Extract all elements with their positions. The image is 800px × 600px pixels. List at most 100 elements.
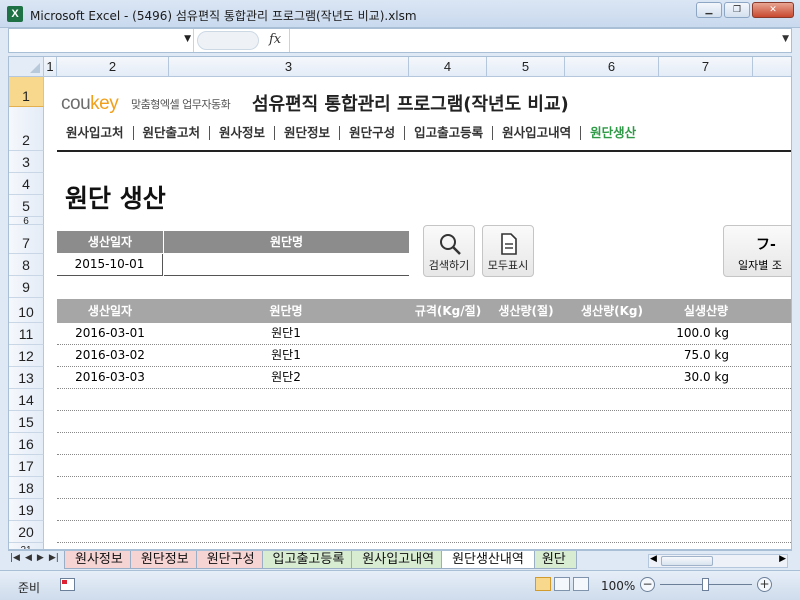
column-header[interactable]: 2 <box>57 57 169 77</box>
row-header[interactable]: 19 <box>9 499 44 521</box>
cell-name[interactable]: 원단2 <box>163 367 409 388</box>
row-header[interactable]: 11 <box>9 323 44 345</box>
row-header[interactable]: 9 <box>9 276 44 298</box>
column-header[interactable]: 3 <box>169 57 409 77</box>
menu-item[interactable]: 원단출고처 <box>134 126 211 140</box>
menu-item[interactable]: 원사입고처 <box>57 126 134 140</box>
by-date-button[interactable]: フ- 일자별 조 <box>723 225 791 277</box>
show-all-button[interactable]: 모두표시 <box>482 225 534 277</box>
restore-icon[interactable]: ❐ <box>724 2 750 18</box>
prev-sheet-icon[interactable]: ◀ <box>25 553 32 563</box>
cell-actual-qty[interactable]: 100.0 kg <box>659 323 729 344</box>
table-row[interactable]: 2016-03-03 원단2 30.0 kg <box>57 367 791 389</box>
minimize-icon[interactable]: ▁ <box>696 2 722 18</box>
sheet-tab[interactable]: 원단구성 <box>195 551 266 569</box>
select-all-button[interactable] <box>9 57 44 77</box>
row-header[interactable]: 10 <box>9 298 44 323</box>
row-header[interactable]: 13 <box>9 367 44 389</box>
row-header[interactable]: 15 <box>9 411 44 433</box>
row-header[interactable]: 2 <box>9 107 44 151</box>
table-row-empty[interactable] <box>57 521 791 543</box>
filter-date-input[interactable]: 2015-10-01 <box>57 254 163 276</box>
menu-item[interactable]: 원사정보 <box>210 126 276 140</box>
cell-actual-qty[interactable]: 30.0 kg <box>659 367 729 388</box>
row-header[interactable]: 6 <box>9 216 44 227</box>
row-header[interactable]: 16 <box>9 433 44 455</box>
normal-view-icon[interactable] <box>535 577 551 591</box>
sheet-tab[interactable]: 원단정보 <box>129 551 200 569</box>
column-header[interactable]: 6 <box>565 57 659 77</box>
row-header[interactable]: 8 <box>9 254 44 276</box>
next-sheet-icon[interactable]: ▶ <box>37 553 44 563</box>
table-row-empty[interactable] <box>57 455 791 477</box>
last-sheet-icon[interactable]: ▶| <box>49 553 59 563</box>
menu-item[interactable]: 원단구성 <box>340 126 406 140</box>
name-box[interactable]: ▼ <box>9 29 194 52</box>
row-header[interactable]: 12 <box>9 345 44 367</box>
cell-date[interactable]: 2016-03-02 <box>57 345 163 366</box>
zoom-in-icon[interactable]: + <box>757 577 772 592</box>
scrollbar-thumb[interactable] <box>661 556 713 566</box>
page-layout-view-icon[interactable] <box>554 577 570 591</box>
search-button[interactable]: 검색하기 <box>423 225 475 277</box>
insert-function-icon[interactable]: fx <box>269 32 281 47</box>
table-row[interactable]: 2016-03-02 원단1 75.0 kg <box>57 345 791 367</box>
column-header[interactable]: 1 <box>44 57 57 77</box>
table-row-empty[interactable] <box>57 389 791 411</box>
expand-formula-icon[interactable]: ▼ <box>782 34 789 44</box>
menu-item[interactable]: 원단정보 <box>275 126 341 140</box>
scroll-left-icon[interactable]: ◀ <box>650 554 657 564</box>
column-header[interactable]: 4 <box>409 57 487 77</box>
row-header[interactable]: 18 <box>9 477 44 499</box>
row-header[interactable]: 20 <box>9 521 44 543</box>
column-header[interactable] <box>753 57 791 77</box>
cell-actual-qty[interactable]: 75.0 kg <box>659 345 729 366</box>
table-row-empty[interactable] <box>57 433 791 455</box>
row-header[interactable]: 3 <box>9 151 44 173</box>
formula-input[interactable] <box>289 29 773 52</box>
filter-name-input[interactable] <box>164 254 409 276</box>
sheet-tab[interactable]: 원사정보 <box>64 551 134 569</box>
horizontal-scrollbar[interactable]: ◀ ▶ <box>648 554 788 568</box>
sheet-tab-active[interactable]: 원단생산내역 <box>441 551 535 569</box>
zoom-slider-thumb[interactable] <box>702 578 709 591</box>
row-header[interactable]: 4 <box>9 173 44 195</box>
status-bar: 준비 100% − + <box>0 570 800 600</box>
macro-record-icon[interactable] <box>60 578 75 591</box>
chevron-down-icon[interactable]: ▼ <box>184 34 191 44</box>
sheet-tabs-bar: |◀ ◀ ▶ ▶| 원사정보 원단정보 원단구성 입고출고등록 원사입고내역 원… <box>8 550 792 570</box>
row-header[interactable]: 17 <box>9 455 44 477</box>
column-header[interactable]: 7 <box>659 57 753 77</box>
row-header[interactable]: 1 <box>9 77 44 107</box>
cell-date[interactable]: 2016-03-01 <box>57 323 163 344</box>
row-header[interactable]: 7 <box>9 225 44 254</box>
zoom-level[interactable]: 100% <box>601 579 635 593</box>
cell-date[interactable]: 2016-03-03 <box>57 367 163 388</box>
scroll-right-icon[interactable]: ▶ <box>779 554 786 564</box>
row-header[interactable]: 14 <box>9 389 44 411</box>
column-header[interactable]: 5 <box>487 57 565 77</box>
close-icon[interactable]: ✕ <box>752 2 794 18</box>
row-header[interactable]: 5 <box>9 195 44 217</box>
window-controls: ▁ ❐ ✕ <box>696 2 794 18</box>
page-break-view-icon[interactable] <box>573 577 589 591</box>
formula-zoom-control[interactable] <box>197 31 259 50</box>
menu-item-current[interactable]: 원단생산 <box>581 126 645 140</box>
table-row[interactable]: 2016-03-01 원단1 100.0 kg <box>57 323 791 345</box>
sheet-tab[interactable]: 입고출고등록 <box>261 551 356 569</box>
zoom-out-icon[interactable]: − <box>640 577 655 592</box>
worksheet: 1 2 3 4 5 6 7 1 2 3 4 5 6 7 8 9 10 11 12… <box>8 56 792 550</box>
table-row-empty[interactable] <box>57 499 791 521</box>
first-sheet-icon[interactable]: |◀ <box>10 553 20 563</box>
excel-app-icon[interactable]: X <box>7 6 23 22</box>
sheet-tab[interactable]: 원단 <box>530 551 577 569</box>
cell-name[interactable]: 원단1 <box>163 345 409 366</box>
table-row-empty[interactable] <box>57 477 791 499</box>
menu-item[interactable]: 원사입고내역 <box>493 126 582 140</box>
sheet-tab[interactable]: 원사입고내역 <box>351 551 446 569</box>
menu-item[interactable]: 입고출고등록 <box>405 126 494 140</box>
row-header[interactable]: 21 <box>9 543 44 549</box>
page-title: 원단 생산 <box>65 184 166 213</box>
cell-name[interactable]: 원단1 <box>163 323 409 344</box>
table-row-empty[interactable] <box>57 411 791 433</box>
